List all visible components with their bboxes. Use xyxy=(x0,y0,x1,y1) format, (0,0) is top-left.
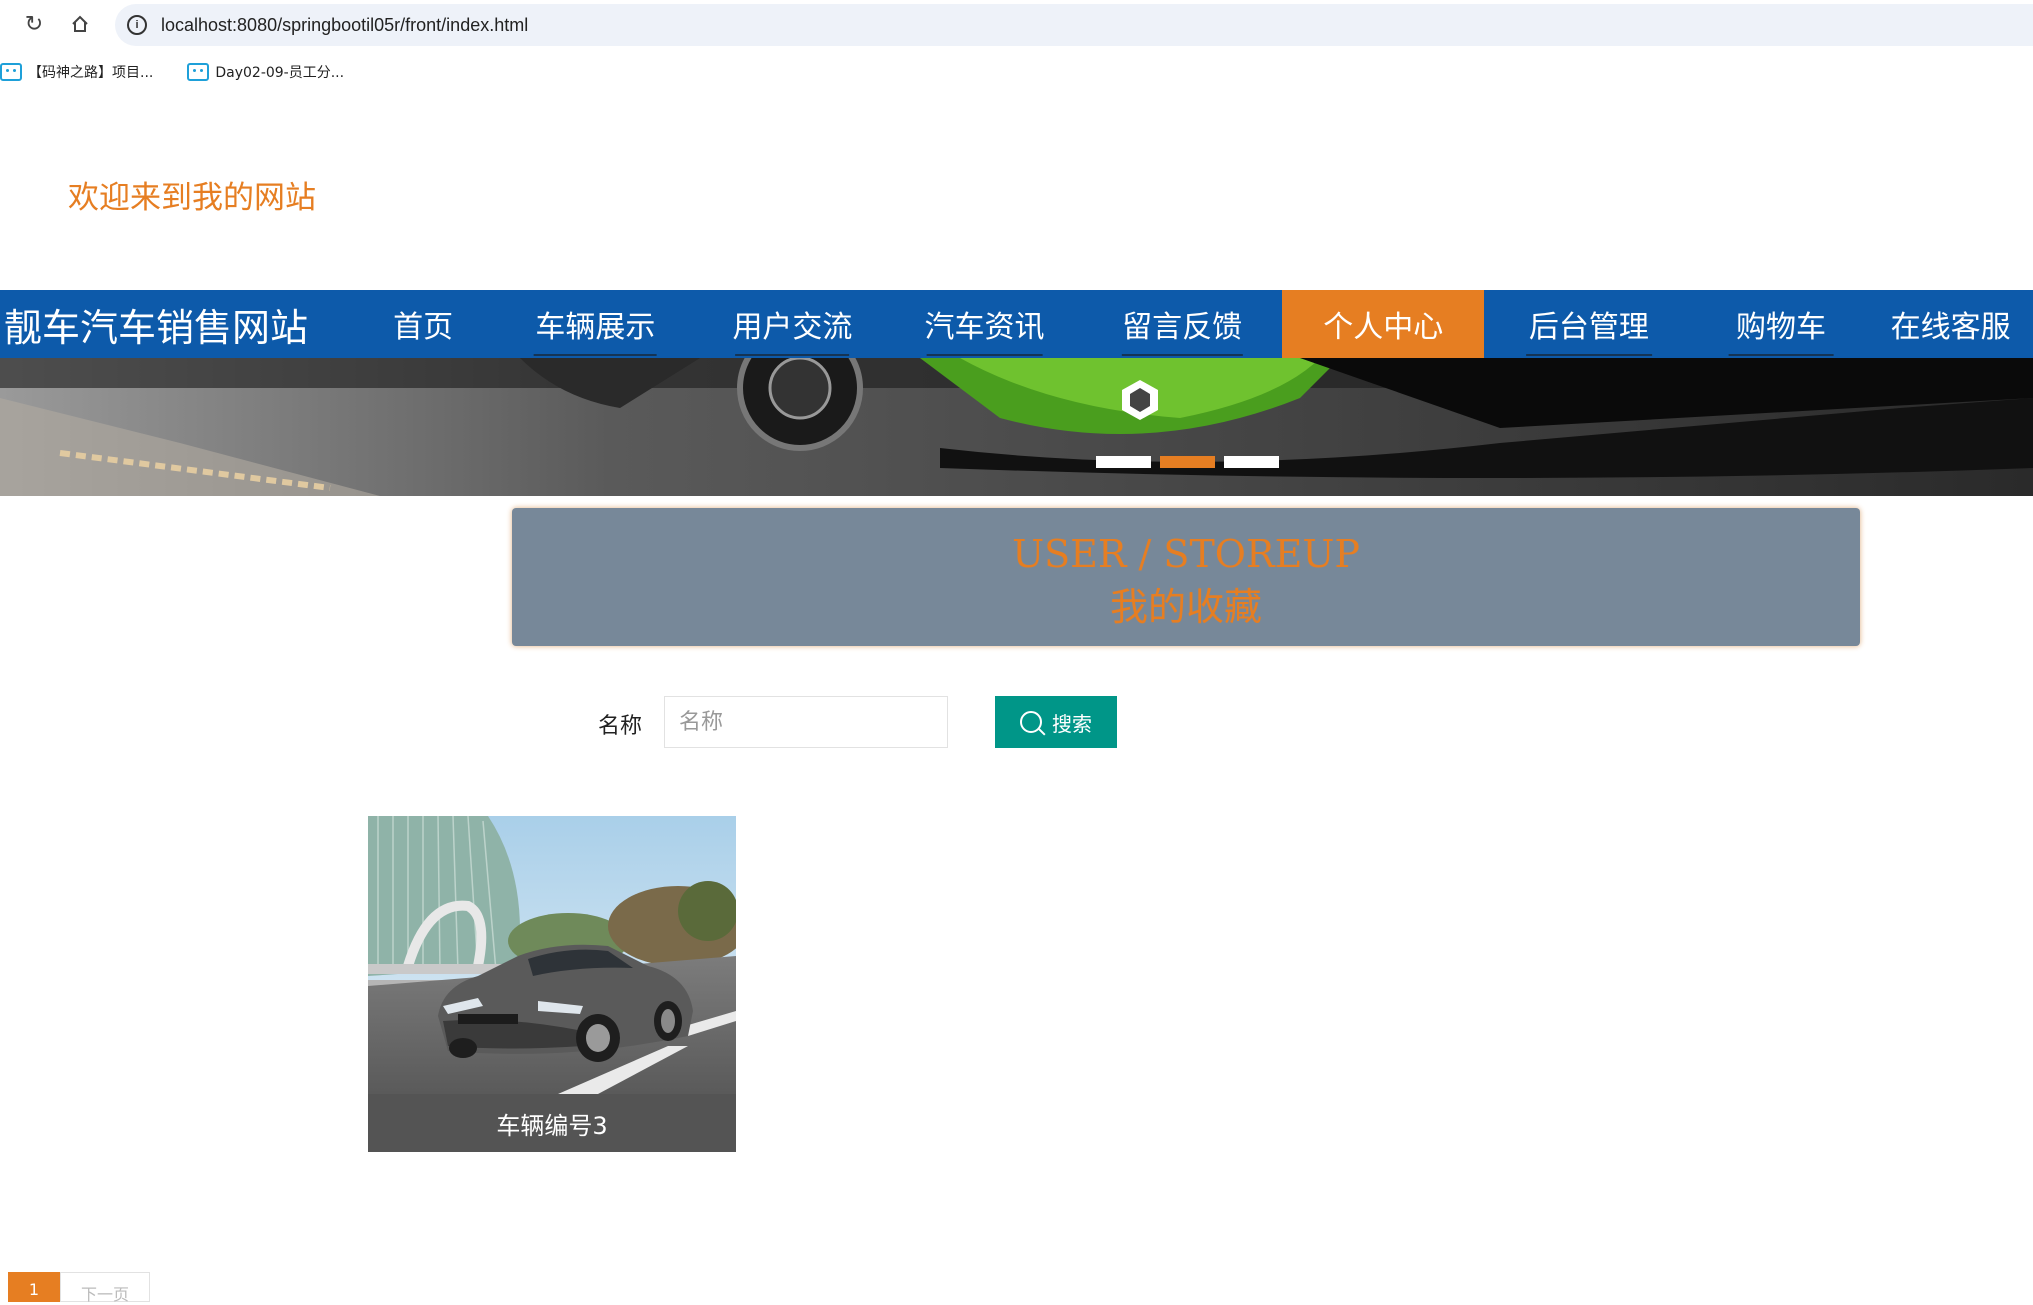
section-title-english: USER / STOREUP xyxy=(1012,532,1360,576)
carousel-dot-active[interactable] xyxy=(1160,456,1215,468)
nav-underline xyxy=(1728,354,1834,356)
carousel-dot[interactable] xyxy=(1096,456,1151,468)
search-input[interactable] xyxy=(664,696,948,748)
nav-label: 后台管理 xyxy=(1528,310,1649,345)
welcome-text: 欢迎来到我的网站 xyxy=(68,180,316,216)
nav-underline xyxy=(735,354,850,356)
nav-item-forum[interactable]: 用户交流 xyxy=(698,290,888,358)
reload-icon[interactable]: ↻ xyxy=(20,10,48,38)
nav-label: 个人中心 xyxy=(1323,310,1444,345)
nav-underline xyxy=(1526,354,1652,356)
address-bar[interactable]: i localhost:8080/springbootil05r/front/i… xyxy=(115,4,2033,46)
banner-carousel[interactable] xyxy=(0,358,2033,496)
carousel-dots xyxy=(1096,456,1279,468)
home-icon[interactable] xyxy=(66,10,94,38)
banner-image xyxy=(0,358,2033,496)
nav-label: 购物车 xyxy=(1736,310,1826,345)
card-caption: 车辆编号3 xyxy=(368,1094,736,1152)
nav-label: 首页 xyxy=(393,310,454,345)
nav-underline xyxy=(1121,354,1243,356)
nav-item-vehicles[interactable]: 车辆展示 xyxy=(493,290,698,358)
page-number-current[interactable]: 1 xyxy=(8,1272,60,1302)
nav-label: 车辆展示 xyxy=(535,310,656,345)
search-button-label: 搜索 xyxy=(1052,711,1092,736)
section-title-box: USER / STOREUP 我的收藏 xyxy=(512,508,1860,646)
bookmark-label: Day02-09-员工分... xyxy=(215,65,345,81)
bookmark-item[interactable]: 【码神之路】项目... xyxy=(0,62,153,82)
car-image xyxy=(368,816,736,1094)
nav-item-admin[interactable]: 后台管理 xyxy=(1484,290,1694,358)
bilibili-icon xyxy=(187,63,210,81)
search-icon xyxy=(1020,711,1042,733)
next-page-button[interactable]: 下一页 xyxy=(60,1272,150,1304)
nav-underline xyxy=(533,354,657,356)
nav-label: 用户交流 xyxy=(732,310,853,345)
nav-label: 在线客服 xyxy=(1890,310,2011,345)
nav-item-home[interactable]: 首页 xyxy=(353,290,493,358)
pagination: 1 下一页 xyxy=(8,1272,150,1304)
nav-item-personal-center[interactable]: 个人中心 xyxy=(1282,290,1485,358)
nav-item-cart[interactable]: 购物车 xyxy=(1694,290,1869,358)
bookmarks-bar: 【码神之路】项目... Day02-09-员工分... xyxy=(0,56,2033,88)
search-button[interactable]: 搜索 xyxy=(995,696,1117,748)
search-label: 名称 xyxy=(598,714,643,739)
nav-item-online-service[interactable]: 在线客服 xyxy=(1868,290,2033,358)
carousel-dot[interactable] xyxy=(1224,456,1279,468)
url-text: localhost:8080/springbootil05r/front/ind… xyxy=(161,14,529,35)
nav-item-news[interactable]: 汽车资讯 xyxy=(887,290,1082,358)
bookmark-label: 【码神之路】项目... xyxy=(28,65,154,81)
favorite-card[interactable]: 车辆编号3 xyxy=(368,816,736,1152)
bookmark-item[interactable]: Day02-09-员工分... xyxy=(187,62,344,82)
site-info-icon[interactable]: i xyxy=(127,15,147,35)
nav-item-feedback[interactable]: 留言反馈 xyxy=(1082,290,1283,358)
section-title-chinese: 我的收藏 xyxy=(1109,585,1262,629)
bilibili-icon xyxy=(0,63,22,81)
nav-label: 汽车资讯 xyxy=(924,310,1045,345)
browser-toolbar: ↻ i localhost:8080/springbootil05r/front… xyxy=(0,0,2033,50)
main-nav: 靓车汽车销售网站 首页 车辆展示 用户交流 汽车资讯 留言反馈 个人中心 后台管… xyxy=(0,290,2033,358)
site-brand[interactable]: 靓车汽车销售网站 xyxy=(0,290,353,358)
nav-underline xyxy=(926,354,1043,356)
nav-label: 留言反馈 xyxy=(1122,310,1243,345)
